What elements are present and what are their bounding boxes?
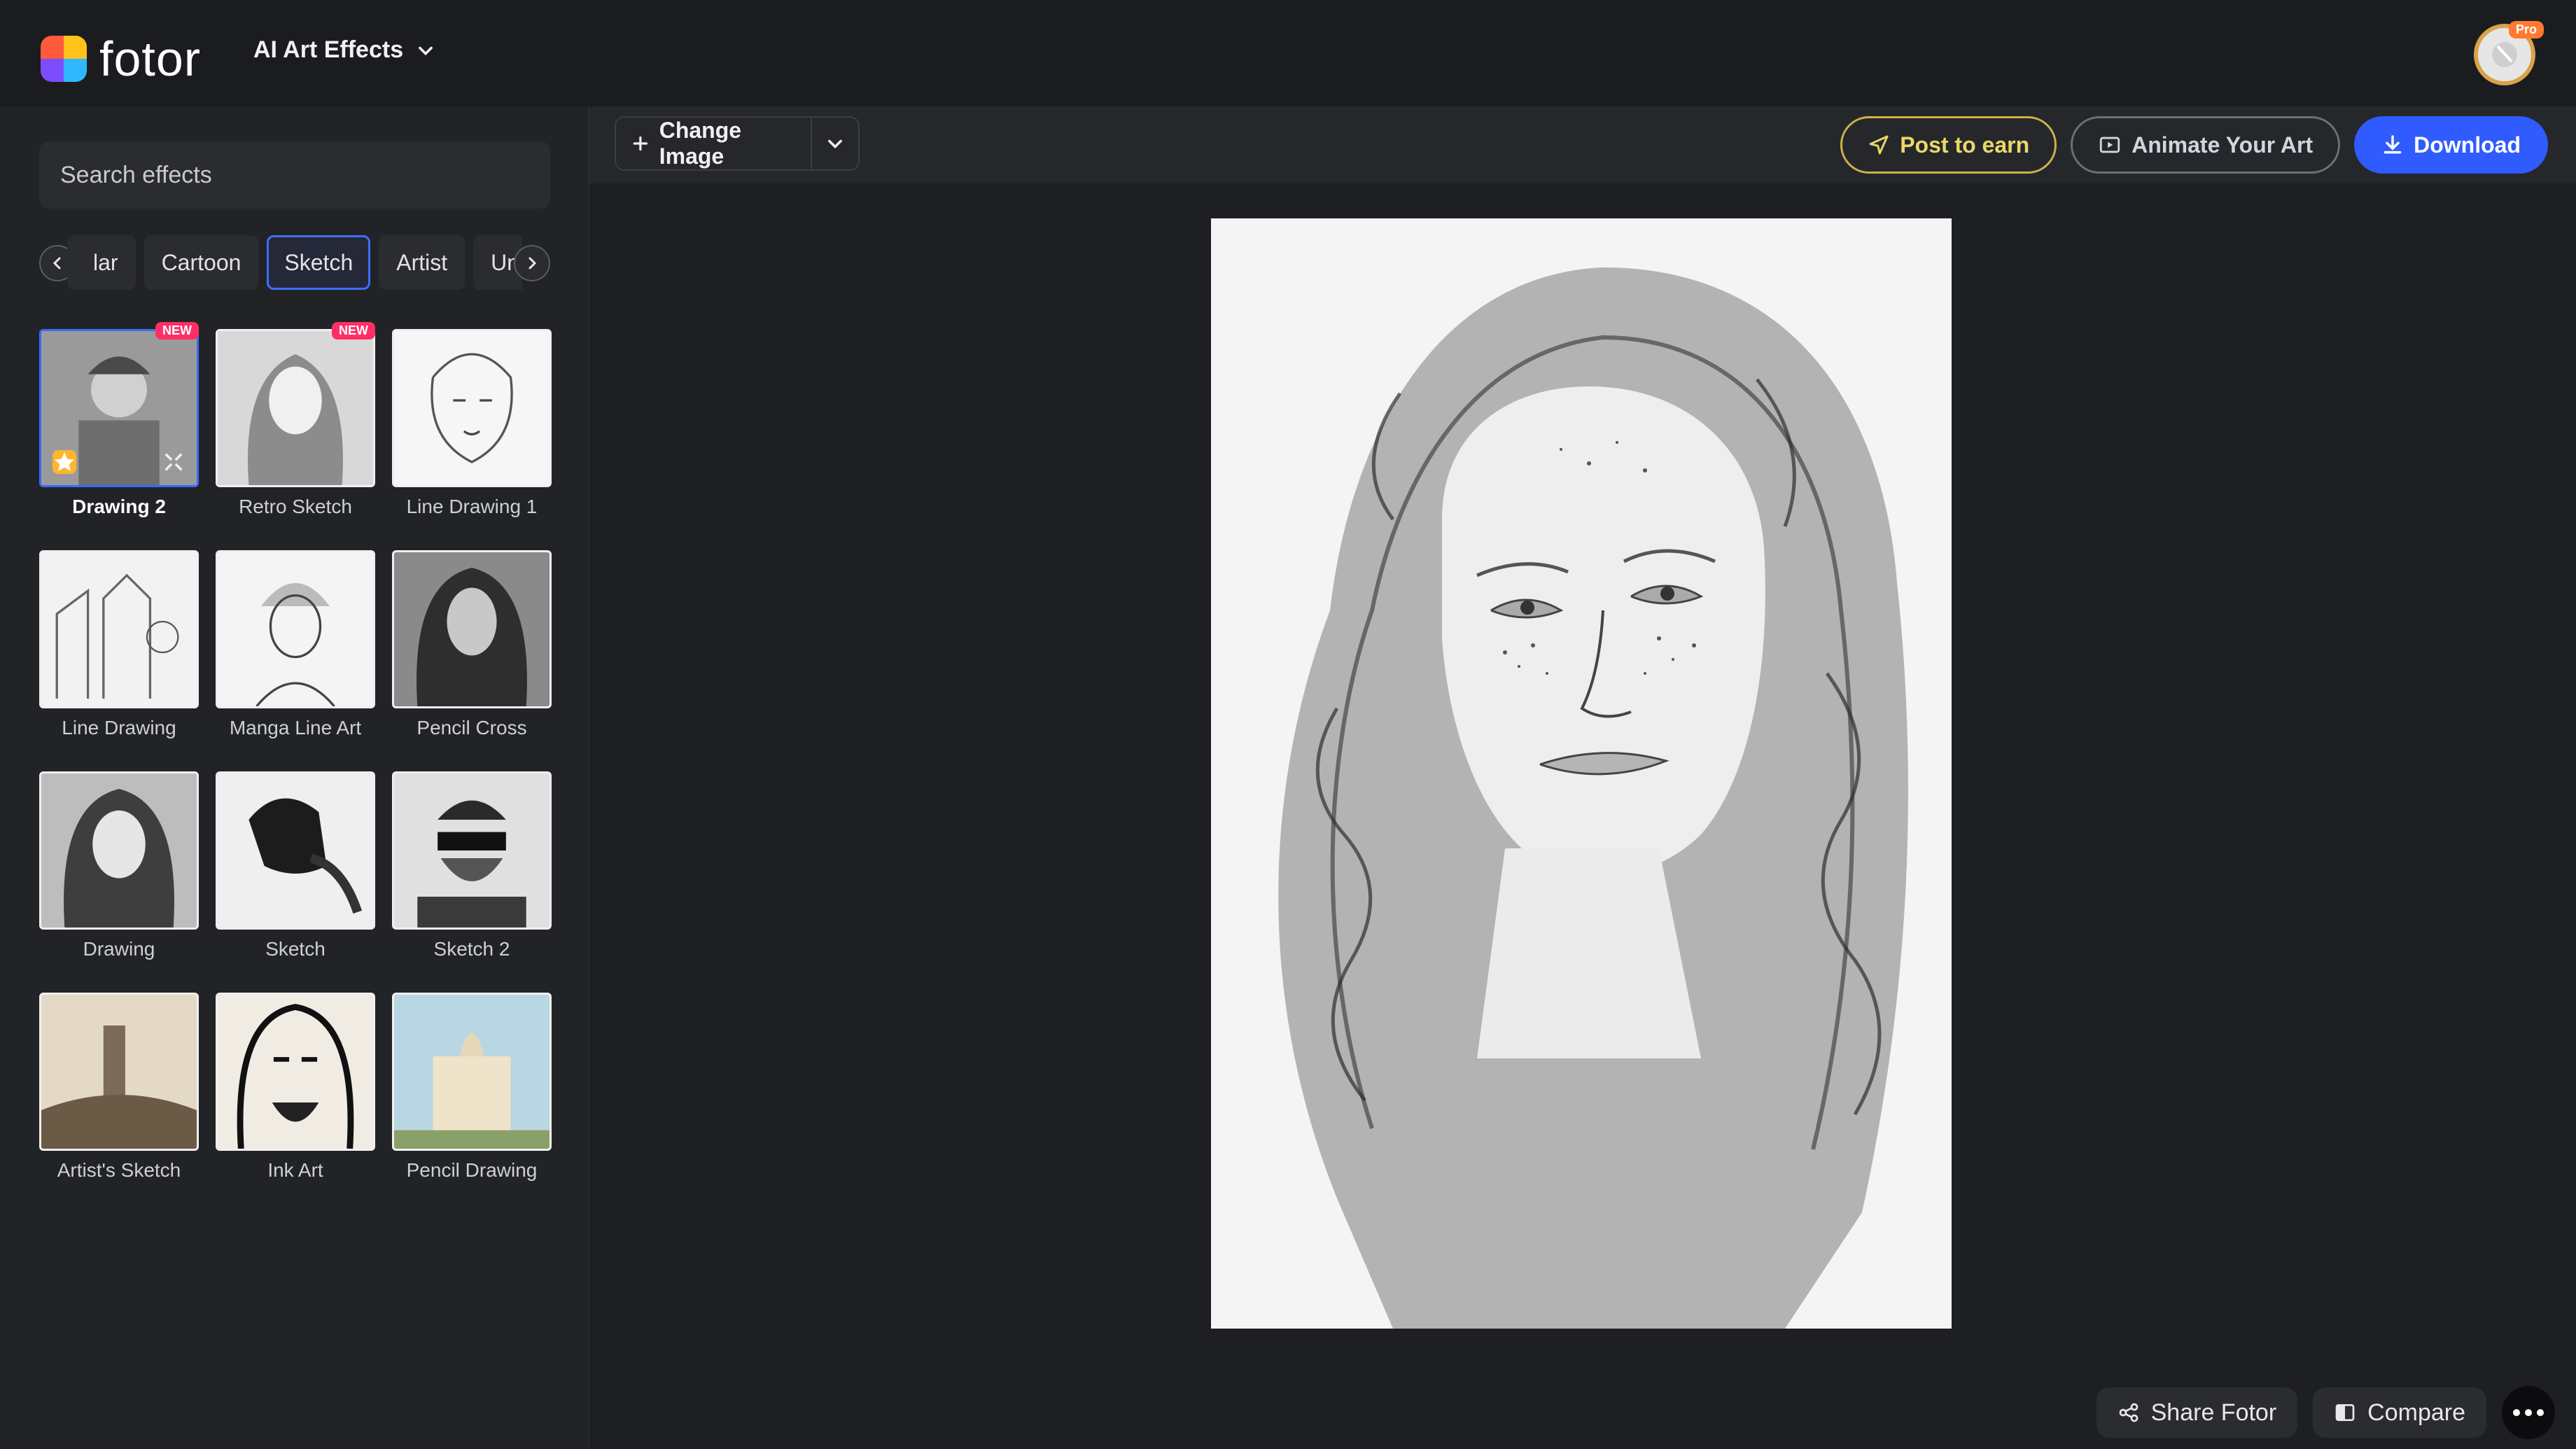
effect-label: Pencil Drawing (406, 1159, 538, 1181)
effect-card-retro-sketch[interactable]: NEW Retro Sketch (216, 322, 375, 518)
change-image-main[interactable]: Change Image (616, 118, 811, 169)
tab-artist[interactable]: Artist (379, 235, 465, 290)
workspace: Change Image Post to earn Animate Your A… (589, 106, 2576, 1449)
top-toolbar: Change Image Post to earn Animate Your A… (589, 106, 2576, 183)
effect-card-manga-line-art[interactable]: Manga Line Art (216, 550, 375, 739)
download-label: Download (2414, 132, 2521, 158)
effect-card-drawing[interactable]: Drawing (39, 771, 199, 960)
download-button[interactable]: Download (2354, 116, 2548, 174)
effect-thumbnail (392, 771, 552, 930)
share-fotor-button[interactable]: Share Fotor (2096, 1387, 2298, 1438)
bottom-actions: Share Fotor Compare (2096, 1386, 2555, 1439)
tab-sketch[interactable]: Sketch (267, 235, 371, 290)
pro-badge: Pro (2508, 21, 2544, 38)
effect-card-artists-sketch[interactable]: Artist's Sketch (39, 993, 199, 1182)
effect-thumbnail (216, 550, 375, 708)
change-image-label: Change Image (659, 118, 742, 169)
compare-label: Compare (2367, 1399, 2465, 1426)
share-icon (2119, 1403, 2138, 1422)
effect-thumbnail (216, 993, 375, 1151)
tabs-next-button[interactable] (514, 245, 550, 281)
effect-thumbnail (392, 550, 552, 708)
chevron-left-icon (52, 257, 61, 270)
dot-icon (2525, 1409, 2532, 1416)
brand-name: fotor (99, 31, 202, 86)
effect-card-sketch-2[interactable]: Sketch 2 (392, 771, 552, 960)
favorite-star-icon[interactable] (52, 450, 76, 474)
compare-icon (2335, 1404, 2355, 1421)
animate-icon (2099, 136, 2120, 153)
effect-label: Line Drawing (62, 717, 176, 738)
dot-icon (2513, 1409, 2520, 1416)
effect-label: Sketch (265, 938, 326, 960)
effect-thumbnail (39, 329, 199, 487)
effect-card-pencil-drawing[interactable]: Pencil Drawing (392, 993, 552, 1182)
change-image-dropdown[interactable] (812, 118, 858, 169)
chevron-down-icon (828, 139, 842, 149)
search-effects-input[interactable]: Search effects (39, 141, 550, 209)
effect-card-drawing-2[interactable]: NEW Drawing 2 (39, 322, 199, 518)
effect-card-line-drawing[interactable]: Line Drawing (39, 550, 199, 739)
category-tabs: lar Cartoon Sketch Artist Unive (39, 235, 550, 293)
expand-icon[interactable] (162, 450, 186, 474)
effect-label: Manga Line Art (229, 717, 362, 738)
post-to-earn-button[interactable]: Post to earn (1840, 116, 2057, 174)
effect-thumbnail (392, 993, 552, 1151)
effect-thumbnail (392, 329, 552, 487)
effect-label: Drawing (83, 938, 155, 960)
download-icon (2384, 135, 2402, 154)
tab-cartoon[interactable]: Cartoon (144, 235, 259, 290)
image-canvas[interactable] (1211, 218, 1952, 1329)
effect-label: Retro Sketch (239, 496, 352, 517)
animate-label: Animate Your Art (2132, 132, 2314, 158)
new-badge: NEW (155, 322, 199, 340)
plus-icon (633, 136, 648, 151)
compare-button[interactable]: Compare (2313, 1387, 2486, 1438)
effect-label: Pencil Cross (416, 717, 527, 738)
avatar-icon (2492, 42, 2517, 67)
sketch-portrait-image (1211, 218, 1952, 1329)
effect-label: Ink Art (267, 1159, 323, 1181)
effect-label: Drawing 2 (72, 496, 166, 517)
effects-sidebar: Search effects lar Cartoon Sketch Artist… (0, 106, 589, 1449)
effect-thumbnail (39, 771, 199, 930)
chevron-right-icon (528, 257, 537, 270)
toolbar-actions: Post to earn Animate Your Art Download (1840, 116, 2548, 174)
ai-art-effects-menu[interactable]: AI Art Effects (253, 36, 435, 64)
animate-your-art-button[interactable]: Animate Your Art (2071, 116, 2341, 174)
effect-card-pencil-cross[interactable]: Pencil Cross (392, 550, 552, 739)
effect-card-ink-art[interactable]: Ink Art (216, 993, 375, 1182)
effect-card-sketch[interactable]: Sketch (216, 771, 375, 960)
effect-label: Artist's Sketch (57, 1159, 181, 1181)
tabs-scroller: lar Cartoon Sketch Artist Unive (67, 235, 522, 293)
post-to-earn-label: Post to earn (1900, 132, 2030, 158)
effect-card-line-drawing-1[interactable]: Line Drawing 1 (392, 329, 552, 518)
dot-icon (2537, 1409, 2544, 1416)
effect-thumbnail (216, 771, 375, 930)
share-label: Share Fotor (2150, 1399, 2277, 1426)
more-options-button[interactable] (2502, 1386, 2555, 1439)
change-image-button[interactable]: Change Image (615, 116, 860, 171)
send-icon (1869, 135, 1889, 155)
effect-thumbnail (39, 993, 199, 1151)
chevron-down-icon (419, 46, 433, 55)
top-header: fotor AI Art Effects Pro (0, 0, 2576, 107)
effect-label: Line Drawing 1 (406, 496, 538, 517)
tab-popular[interactable]: lar (67, 235, 136, 290)
effect-thumbnail (216, 329, 375, 487)
fotor-logo[interactable]: fotor (41, 31, 201, 87)
new-badge: NEW (332, 322, 375, 340)
menu-label: AI Art Effects (253, 36, 404, 63)
effect-thumbnail (39, 550, 199, 708)
effect-label: Sketch 2 (433, 938, 510, 960)
fotor-logo-mark (41, 36, 87, 82)
